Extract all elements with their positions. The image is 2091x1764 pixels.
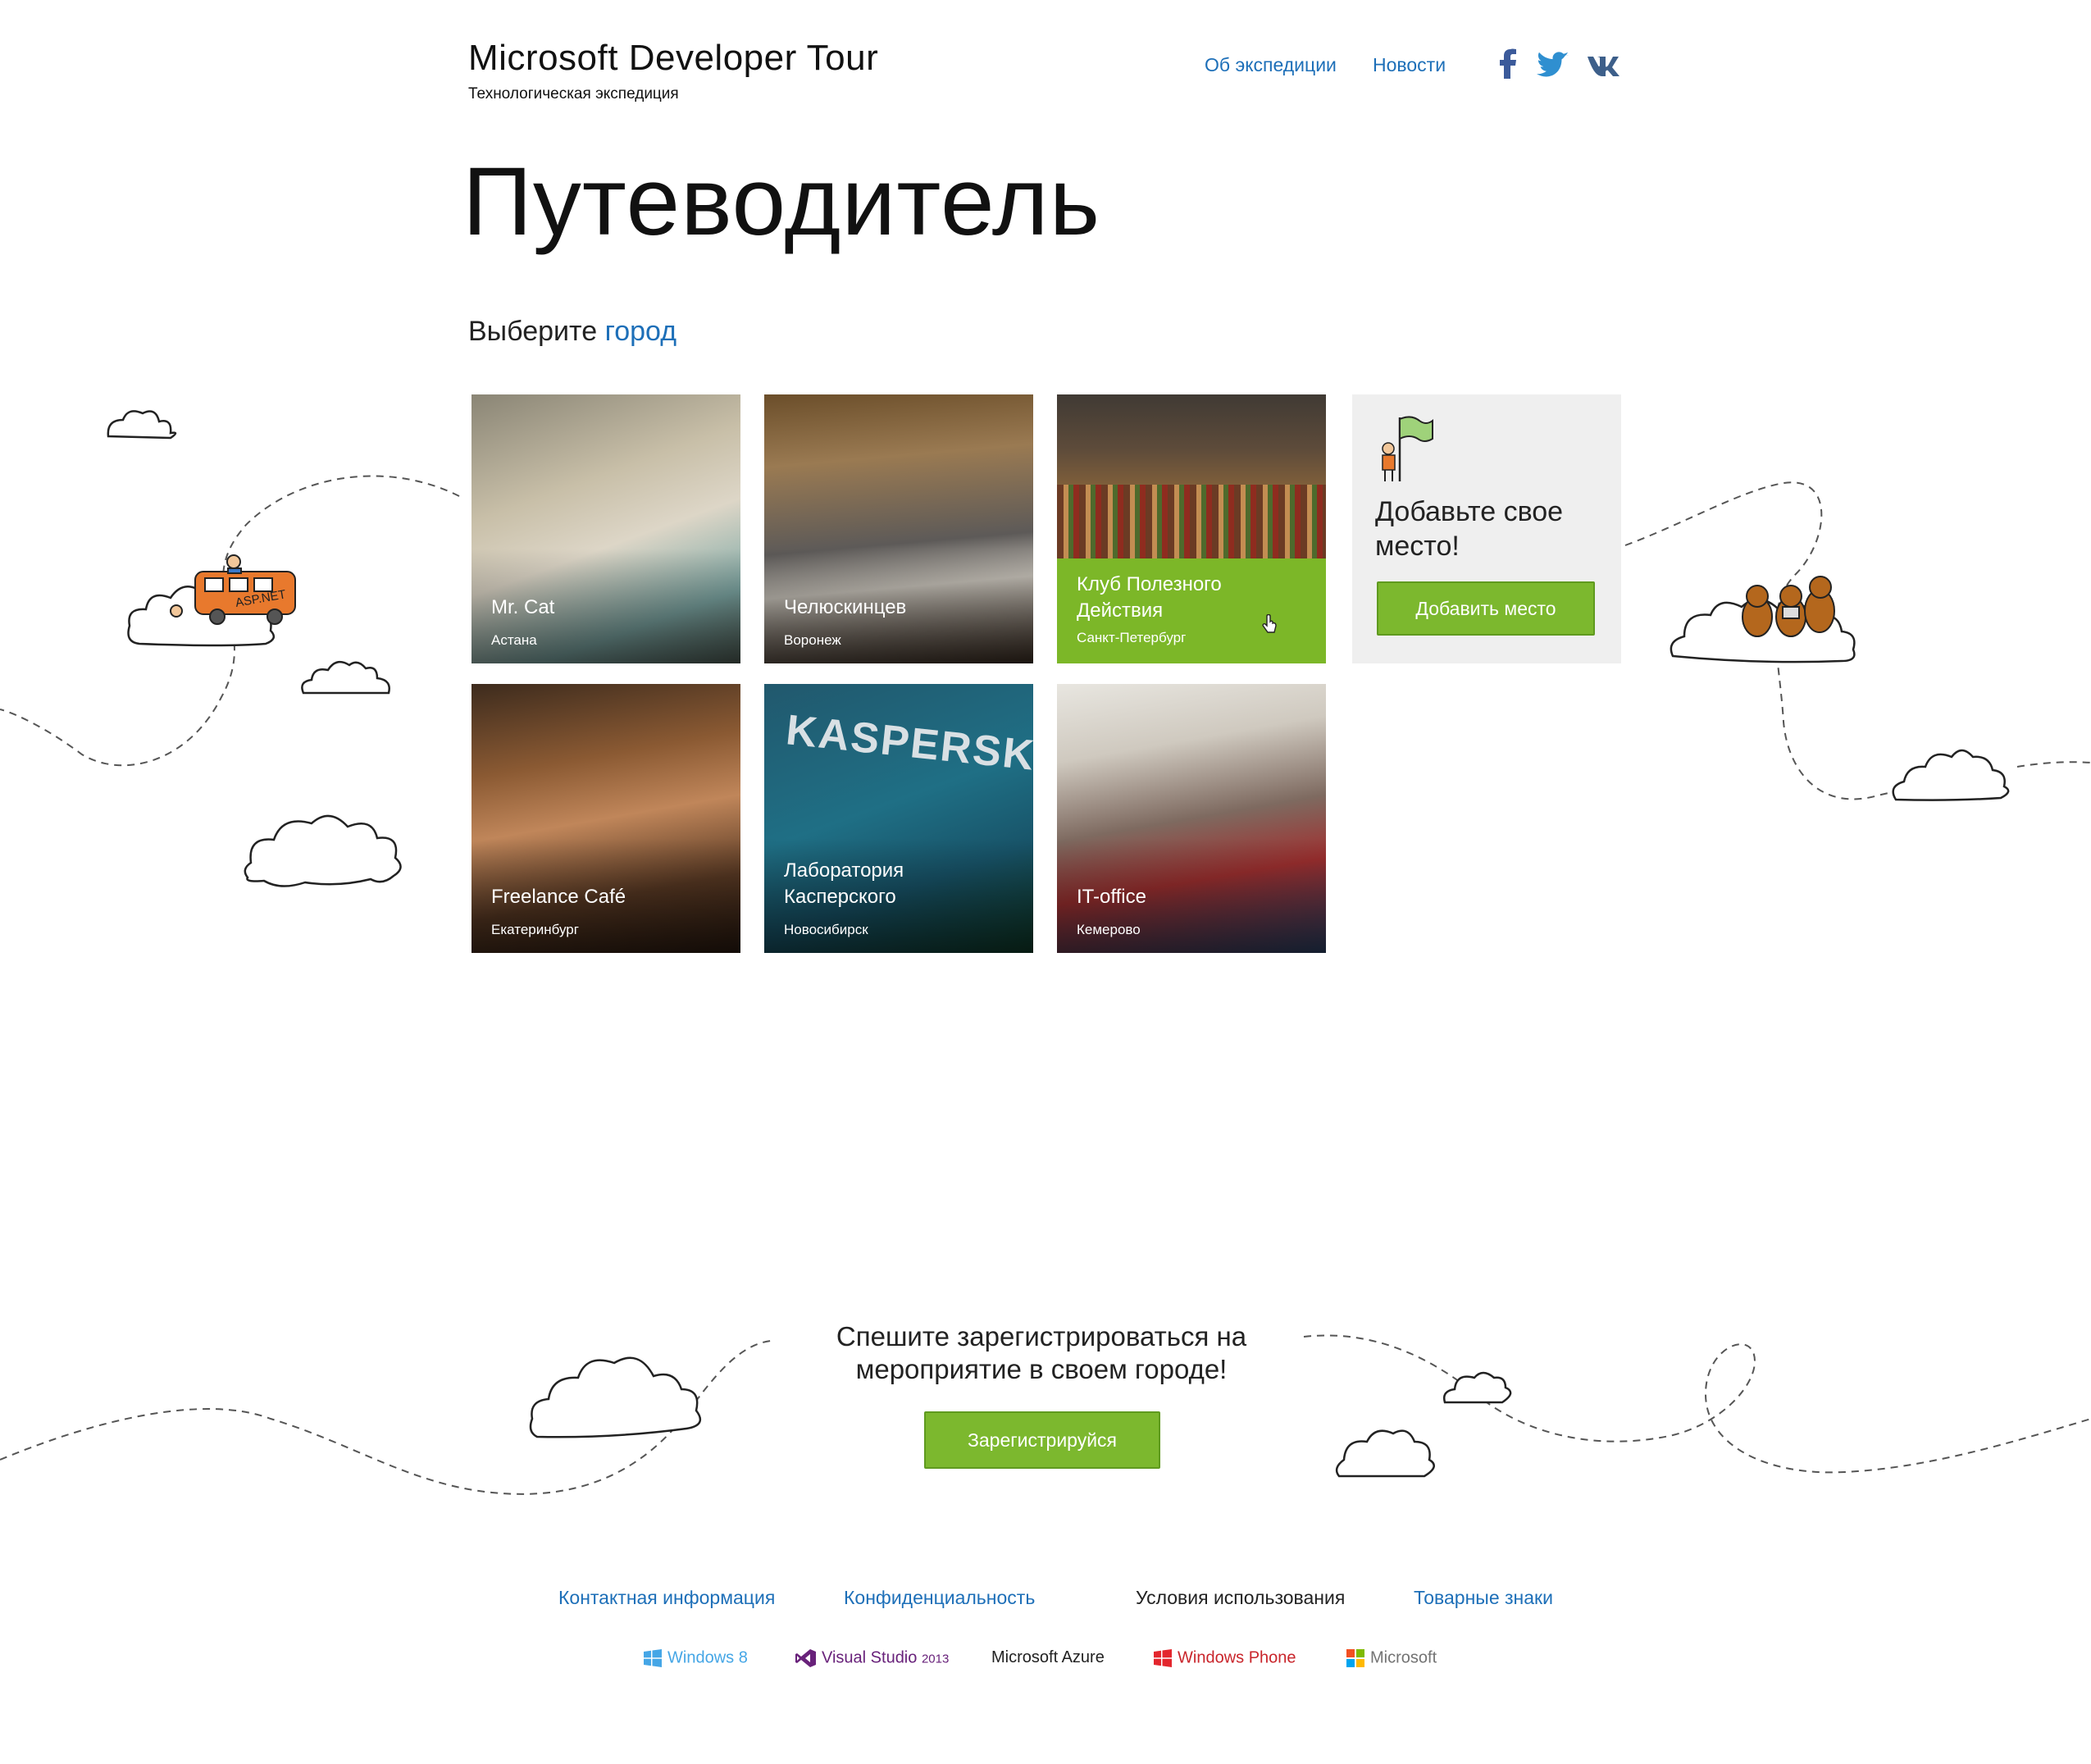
place-name: Клуб Полезного Действия xyxy=(1077,573,1222,622)
brand-label: Microsoft Azure xyxy=(991,1648,1105,1666)
brand-label: Windows Phone xyxy=(1178,1648,1296,1667)
footer-trademarks-link[interactable]: Товарные знаки xyxy=(1414,1587,1553,1609)
brand-microsoft[interactable]: Microsoft xyxy=(1346,1648,1437,1668)
place-tile-klub[interactable]: Клуб Полезного Действия Санкт-Петербург xyxy=(1057,394,1326,663)
brand-year: 2013 xyxy=(921,1652,950,1666)
twitter-icon[interactable] xyxy=(1536,46,1572,82)
footer-privacy-link[interactable]: Конфиденциальность xyxy=(844,1587,1035,1609)
choose-prefix: Выберите xyxy=(468,316,605,347)
place-city: Новосибирск xyxy=(784,922,868,937)
place-photo xyxy=(1057,394,1326,485)
choose-city-heading: Выберите город xyxy=(468,316,676,348)
register-button[interactable]: Зарегистрируйся xyxy=(924,1411,1160,1469)
place-city: Екатеринбург xyxy=(491,922,579,937)
windows-phone-logo-icon xyxy=(1154,1649,1172,1667)
add-place-button[interactable]: Добавить место xyxy=(1377,581,1595,636)
place-name: IT-office xyxy=(1077,886,1146,908)
site-subtitle: Технологическая экспедиция xyxy=(468,85,679,103)
decorative-illustrations: ASP.NET xyxy=(0,410,2091,1495)
facebook-icon[interactable] xyxy=(1491,46,1527,82)
brand-azure[interactable]: Microsoft Azure xyxy=(991,1648,1105,1667)
footer-terms-link[interactable]: Условия использования xyxy=(1136,1587,1345,1609)
brand-windows8[interactable]: Windows 8 xyxy=(643,1648,748,1668)
place-tile-kaspersky[interactable]: KASPERSKY Лаборатория Касперского Новоси… xyxy=(764,684,1033,953)
windows-logo-icon xyxy=(644,1649,662,1667)
place-tile-freelance-cafe[interactable]: Freelance Café Екатеринбург xyxy=(472,684,740,953)
site-title[interactable]: Microsoft Developer Tour xyxy=(468,38,878,79)
place-name: Челюскинцев xyxy=(784,596,907,618)
place-tile-it-office[interactable]: IT-office Кемерово xyxy=(1057,684,1326,953)
footer-contact-link[interactable]: Контактная информация xyxy=(558,1587,775,1609)
place-name: Лаборатория Касперского xyxy=(784,859,904,908)
vk-icon[interactable] xyxy=(1584,46,1620,82)
place-city: Санкт-Петербург xyxy=(1077,630,1187,645)
place-city: Воронеж xyxy=(784,632,841,648)
nav-about-link[interactable]: Об экспедиции xyxy=(1205,54,1337,76)
place-city: Астана xyxy=(491,632,537,648)
hand-cursor-icon xyxy=(1262,614,1277,633)
place-city: Кемерово xyxy=(1077,922,1141,937)
place-tile-mrcat[interactable]: Mr. Cat Астана xyxy=(472,394,740,663)
brand-visual-studio[interactable]: Visual Studio 2013 xyxy=(795,1648,949,1668)
choose-city-link[interactable]: город xyxy=(605,316,676,347)
brand-label: Windows 8 xyxy=(667,1648,748,1667)
add-place-tile: Добавьте свое место! Добавить место xyxy=(1352,394,1621,663)
kaspersky-sign-logo: KASPERSKY xyxy=(783,706,1033,783)
place-tile-chelyuskintsev[interactable]: Челюскинцев Воронеж xyxy=(764,394,1033,663)
brand-label: Microsoft xyxy=(1370,1648,1437,1667)
brand-windows-phone[interactable]: Windows Phone xyxy=(1153,1648,1296,1668)
visual-studio-logo-icon xyxy=(795,1649,816,1667)
flag-person-icon xyxy=(1382,416,1433,481)
place-name: Mr. Cat xyxy=(491,596,555,618)
microsoft-logo-icon xyxy=(1346,1649,1364,1667)
register-prompt: Спешите зарегистрироваться на мероприяти… xyxy=(836,1321,1247,1384)
brand-label: Visual Studio xyxy=(822,1648,918,1667)
nav-news-link[interactable]: Новости xyxy=(1373,54,1446,76)
page-title: Путеводитель xyxy=(462,148,1101,256)
place-name: Freelance Café xyxy=(491,886,626,908)
add-place-title: Добавьте свое место! xyxy=(1375,496,1564,562)
